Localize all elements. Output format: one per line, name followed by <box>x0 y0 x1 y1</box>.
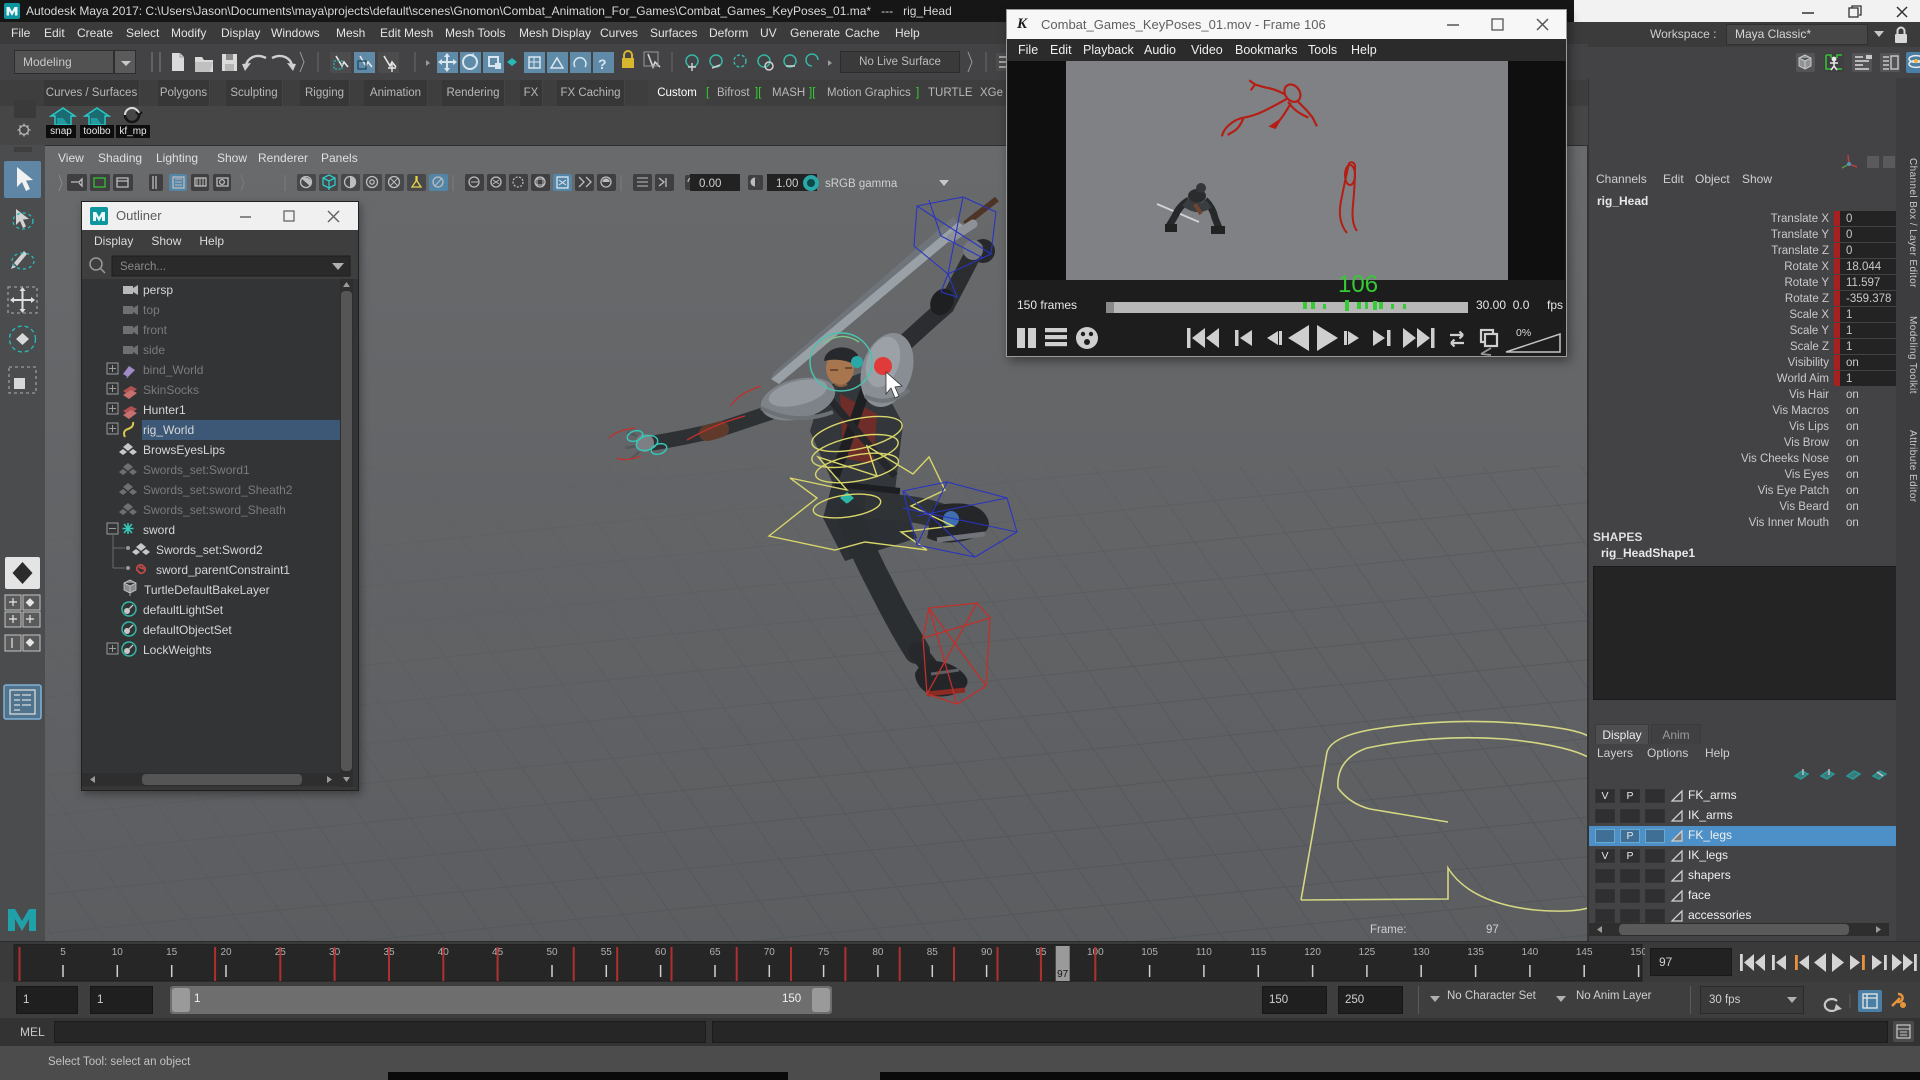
svg-text:70: 70 <box>764 947 776 958</box>
svg-text:0%: 0% <box>1516 327 1531 339</box>
svg-text:bind_World: bind_World <box>143 363 203 377</box>
svg-text:defaultObjectSet: defaultObjectSet <box>143 623 232 637</box>
svg-text:?: ? <box>598 56 607 72</box>
svg-text:105: 105 <box>1141 947 1158 958</box>
svg-text:90: 90 <box>981 947 993 958</box>
svg-text:front: front <box>143 323 168 337</box>
svg-text:BrowsEyesLips: BrowsEyesLips <box>143 443 225 457</box>
svg-text:115: 115 <box>1250 947 1266 958</box>
svg-text:50: 50 <box>546 947 558 958</box>
svg-text:97: 97 <box>1057 969 1069 980</box>
svg-text:130: 130 <box>1413 947 1430 958</box>
svg-text:20: 20 <box>220 947 232 958</box>
svg-text:120: 120 <box>1304 947 1321 958</box>
svg-text:150: 150 <box>1630 947 1645 958</box>
svg-text:125: 125 <box>1359 947 1376 958</box>
svg-text:15: 15 <box>166 947 178 958</box>
svg-text:75: 75 <box>818 947 830 958</box>
svg-text:140: 140 <box>1522 947 1539 958</box>
svg-text:side: side <box>143 343 165 357</box>
svg-text:97: 97 <box>1486 924 1499 936</box>
svg-text:60: 60 <box>655 947 667 958</box>
svg-text:rig_World: rig_World <box>143 423 194 437</box>
svg-text:Swords_set:sword_Sheath2: Swords_set:sword_Sheath2 <box>143 483 293 497</box>
svg-text:SkinSocks: SkinSocks <box>143 383 199 397</box>
svg-text:persp: persp <box>143 283 173 297</box>
svg-text:Swords_set:Sword2: Swords_set:Sword2 <box>156 543 263 557</box>
svg-text:TurtleDefaultBakeLayer: TurtleDefaultBakeLayer <box>144 583 270 597</box>
svg-text:135: 135 <box>1467 947 1484 958</box>
svg-text:65: 65 <box>709 947 721 958</box>
svg-text:145: 145 <box>1576 947 1593 958</box>
svg-text:85: 85 <box>927 947 939 958</box>
svg-text:Search...: Search... <box>120 261 166 273</box>
svg-text:sword: sword <box>143 523 175 537</box>
svg-text:10: 10 <box>112 947 124 958</box>
svg-text:defaultLightSet: defaultLightSet <box>143 603 224 617</box>
svg-text:80: 80 <box>872 947 884 958</box>
svg-text:5: 5 <box>60 947 66 958</box>
svg-text:sword_parentConstraint1: sword_parentConstraint1 <box>156 563 290 577</box>
svg-text:Hunter1: Hunter1 <box>143 403 186 417</box>
svg-text:top: top <box>143 303 160 317</box>
svg-text:Swords_set:sword_Sheath: Swords_set:sword_Sheath <box>143 503 286 517</box>
svg-text:110: 110 <box>1196 947 1212 958</box>
svg-text:LockWeights: LockWeights <box>143 643 211 657</box>
svg-text:55: 55 <box>601 947 613 958</box>
svg-text:Swords_set:Sword1: Swords_set:Sword1 <box>143 463 250 477</box>
svg-text:Frame:: Frame: <box>1370 924 1406 936</box>
